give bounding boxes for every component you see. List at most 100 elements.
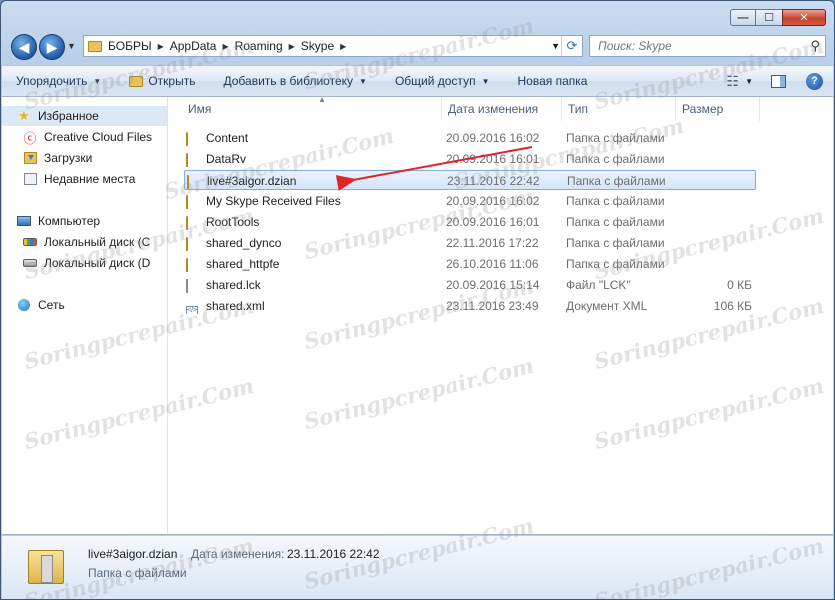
file-row[interactable]: live#3aigor.dzian 23.11.2016 22:42 Папка с… [184, 170, 756, 190]
chevron-down-icon: ▼ [93, 76, 102, 86]
file-name: RootTools [206, 215, 260, 229]
share-button[interactable]: Общий доступ ▼ [381, 74, 504, 88]
file-type: Папка с файлами [566, 215, 665, 229]
nav-label: Локальный диск (C [44, 235, 151, 249]
nav-item-disk-d[interactable]: Локальный диск (D [2, 253, 167, 273]
folder-large-icon [28, 550, 64, 584]
search-input[interactable] [596, 38, 790, 54]
breadcrumb-item[interactable]: AppData ▶ [170, 39, 229, 53]
chevron-right-icon[interactable]: ▶ [222, 42, 228, 51]
search-box[interactable]: ⚲ [589, 35, 826, 57]
breadcrumb-item[interactable]: БОБРЫ ▶ [108, 39, 164, 53]
chevron-down-icon[interactable]: ▼ [745, 77, 753, 86]
nav-item-creative-cloud[interactable]: ⓒ Creative Cloud Files [2, 127, 167, 147]
organize-button[interactable]: Упорядочить ▼ [2, 74, 115, 88]
file-name: My Skype Received Files [206, 194, 341, 208]
file-type: Папка с файлами [566, 257, 665, 271]
file-size [680, 212, 752, 232]
file-icon [186, 277, 202, 293]
file-type: Папка с файлами [567, 174, 666, 188]
file-type: Файл "LCK" [566, 278, 631, 292]
new-folder-button[interactable]: Новая папка [503, 74, 601, 88]
minimize-button[interactable]: — [730, 9, 756, 26]
file-size [680, 191, 752, 211]
details-pane: live#3aigor.dzian Дата изменения: 23.11.… [2, 536, 833, 599]
folder-open-icon [129, 75, 144, 87]
nav-label: Компьютер [38, 214, 101, 228]
command-bar: Упорядочить ▼ Открыть Добавить в библиоте… [2, 65, 833, 97]
chevron-right-icon[interactable]: ▶ [158, 42, 164, 51]
file-type: Папка с файлами [566, 131, 665, 145]
navigation-pane: ★ Избранное ⓒ Creative Cloud Files Загру… [2, 97, 168, 534]
breadcrumb-item[interactable]: Roaming ▶ [235, 39, 295, 53]
nav-item-recent-places[interactable]: Недавние места [2, 169, 167, 189]
nav-label: Недавние места [44, 172, 136, 186]
view-options-icon[interactable]: ☷ [727, 73, 740, 90]
nav-label: Сеть [38, 298, 65, 312]
maximize-button[interactable]: ☐ [756, 9, 782, 26]
file-name: DataRv [206, 152, 247, 166]
column-type[interactable]: Тип [562, 97, 676, 121]
file-name: shared_httpfe [206, 257, 280, 271]
file-row[interactable]: Content 20.09.2016 16:02 Папка с файлами [184, 128, 756, 148]
file-row[interactable]: RootTools 20.09.2016 16:01 Папка с файлами [184, 212, 756, 232]
star-icon: ★ [18, 108, 30, 123]
search-icon[interactable]: ⚲ [810, 38, 820, 54]
arrow-right-icon: ▶ [46, 38, 58, 55]
nav-label: Creative Cloud Files [44, 130, 153, 144]
address-bar[interactable]: БОБРЫ ▶ AppData ▶ Roaming ▶ Skype ▶ ▼ ⟳ [83, 35, 583, 57]
creative-cloud-icon: ⓒ [23, 130, 37, 146]
details-item-name: live#3aigor.dzian [88, 547, 178, 561]
computer-icon [16, 213, 32, 229]
close-button[interactable]: ✕ [782, 9, 826, 26]
nav-item-downloads[interactable]: Загрузки [2, 148, 167, 168]
file-type: Документ XML [566, 299, 648, 313]
folder-icon [186, 256, 202, 272]
file-date: 20.09.2016 16:02 [446, 194, 540, 208]
file-date: 26.10.2016 11:06 [446, 257, 539, 271]
file-row[interactable]: My Skype Received Files 20.09.2016 16:02 П… [184, 191, 756, 211]
nav-label: Избранное [38, 109, 99, 123]
nav-computer[interactable]: Компьютер [2, 211, 167, 231]
recent-pages-dropdown[interactable]: ▼ [67, 41, 76, 51]
folder-icon [186, 193, 202, 209]
refresh-icon[interactable]: ⟳ [561, 36, 582, 56]
back-button[interactable]: ◀ [11, 34, 37, 60]
file-type: Папка с файлами [566, 194, 665, 208]
folder-icon [186, 130, 202, 146]
file-name: shared.lck [206, 278, 261, 292]
file-date: 20.09.2016 16:02 [446, 131, 540, 145]
disk-icon [22, 255, 38, 271]
file-row[interactable]: shared_httpfe 26.10.2016 11:06 Папка с фай… [184, 254, 756, 274]
file-row[interactable]: DataRv 20.09.2016 16:01 Папка с файлами [184, 149, 756, 169]
column-date[interactable]: Дата изменения [442, 97, 562, 121]
preview-pane-icon[interactable] [771, 74, 786, 88]
add-to-library-button[interactable]: Добавить в библиотеку ▼ [209, 74, 380, 88]
column-size[interactable]: Размер [676, 97, 760, 121]
chevron-right-icon[interactable]: ▶ [340, 42, 346, 51]
open-button[interactable]: Открыть [115, 74, 209, 88]
chevron-right-icon[interactable]: ▶ [289, 42, 295, 51]
address-history-dropdown[interactable]: ▼ [551, 41, 560, 51]
file-name: shared.xml [206, 299, 265, 313]
breadcrumb-item[interactable]: Skype ▶ [301, 39, 347, 53]
help-icon[interactable]: ? [806, 72, 823, 90]
folder-icon [186, 235, 202, 251]
nav-network[interactable]: Сеть [2, 295, 167, 315]
file-list: Имя ▲ Дата изменения Тип Размер Content 2… [168, 97, 833, 534]
file-row[interactable]: shared_dynco 22.11.2016 17:22 Папка с файл… [184, 233, 756, 253]
file-name: Content [206, 131, 249, 145]
nav-favorites[interactable]: ★ Избранное [2, 106, 167, 126]
forward-button[interactable]: ▶ [39, 34, 65, 60]
nav-item-disk-c[interactable]: Локальный диск (C [2, 232, 167, 252]
file-size: 106 КБ [713, 299, 752, 313]
file-date: 20.09.2016 15:14 [446, 278, 540, 292]
file-row[interactable]: shared.lck 20.09.2016 15:14 Файл "LCK" 0 КБ [184, 275, 756, 295]
file-size [681, 171, 753, 191]
file-row[interactable]: </> shared.xml 23.11.2016 23:49 Документ XM… [184, 296, 756, 316]
file-date: 23.11.2016 22:42 [447, 174, 540, 188]
arrow-left-icon: ◀ [18, 38, 30, 55]
column-name[interactable]: Имя ▲ [182, 97, 442, 121]
folder-icon [186, 214, 202, 230]
file-size: 0 КБ [727, 278, 752, 292]
